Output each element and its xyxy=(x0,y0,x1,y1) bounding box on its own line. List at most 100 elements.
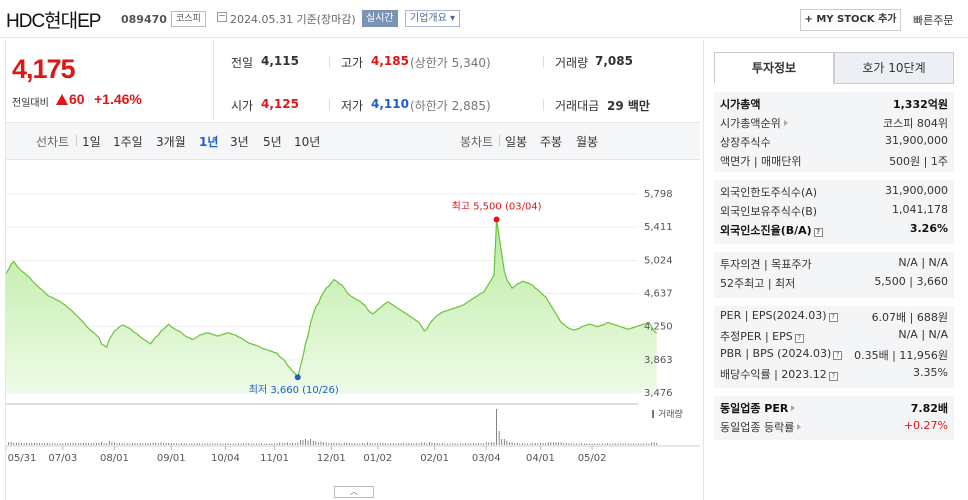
help-icon: ? xyxy=(794,334,804,343)
min-label: 최저 3,660 (10/26) xyxy=(249,384,339,396)
volume-bar xyxy=(256,443,257,445)
plus-icon: + xyxy=(804,14,813,25)
volume-bar xyxy=(57,443,59,445)
volume-bar xyxy=(243,443,244,445)
tab-investment-info[interactable]: 투자정보 xyxy=(714,52,834,84)
tab-1w[interactable]: 1주일 xyxy=(113,133,143,150)
tab-10y[interactable]: 10년 xyxy=(294,133,320,150)
tab-3y[interactable]: 3년 xyxy=(230,133,249,150)
tab-1y[interactable]: 1년 xyxy=(199,133,218,150)
volume-bar xyxy=(612,443,614,445)
volume-bar xyxy=(589,443,590,445)
upper-limit: (상한가 5,340) xyxy=(410,56,491,70)
volume-bar xyxy=(622,443,624,445)
my-stock-add-button[interactable]: + MY STOCK 추가 xyxy=(800,9,901,31)
info-row: 외국인소진율(B/A)? 3.26% xyxy=(720,222,948,237)
change-percent: +1.46% xyxy=(94,91,142,107)
y-tick-label: 4,637 xyxy=(644,289,673,300)
info-row: 추정PER | EPS? N/A | N/A xyxy=(720,328,948,343)
lower-limit: (하한가 2,885) xyxy=(410,99,491,113)
volume-bar xyxy=(558,442,559,445)
volume-bar xyxy=(563,443,565,445)
volume-bar xyxy=(343,442,345,445)
volume-bar xyxy=(188,443,190,445)
volume-bar xyxy=(186,443,188,445)
volume-bar xyxy=(511,442,513,445)
price-summary: 4,175 전일대비 60 +1.46% xyxy=(6,40,211,120)
max-label: 최고 5,500 (03/04) xyxy=(452,201,542,213)
low-label: 저가 xyxy=(341,99,364,113)
volume-bar xyxy=(498,431,500,445)
volume-bar xyxy=(315,441,317,445)
volume-bar xyxy=(434,443,436,445)
volume-bar xyxy=(537,443,539,445)
volume-bar xyxy=(354,443,355,445)
market-cap-block: 시가총액 1,332억원 시가총액순위 코스피 804위 상장주식수 31,900,0… xyxy=(714,92,954,172)
volume-bar xyxy=(521,443,523,445)
volume-bar xyxy=(248,443,250,445)
volume-bar xyxy=(431,442,433,445)
prev-label: 전일 xyxy=(231,56,254,70)
volume-bar xyxy=(620,443,621,445)
volume-bar xyxy=(170,443,172,445)
chevron-up-icon[interactable]: ︿ xyxy=(334,486,374,498)
volume-bar xyxy=(423,442,425,445)
volume-bar xyxy=(379,443,381,445)
volume-bar xyxy=(258,443,260,445)
low-value: 4,110 xyxy=(371,97,409,111)
volume-bar xyxy=(506,440,508,445)
tab-5y[interactable]: 5년 xyxy=(263,133,282,150)
volume-bar xyxy=(527,443,528,445)
volume-bar xyxy=(90,443,92,445)
tab-3m[interactable]: 3개월 xyxy=(156,133,186,150)
volume-bar xyxy=(10,442,12,445)
volume-bar xyxy=(390,443,392,445)
volume-bar xyxy=(364,443,366,445)
volume-bar xyxy=(8,442,9,445)
realtime-badge[interactable]: 실시간 xyxy=(362,10,398,27)
volume-bar xyxy=(524,443,526,445)
volume-bar xyxy=(555,442,557,445)
info-row: 시가총액 1,332억원 xyxy=(720,98,948,111)
caret-right-icon xyxy=(791,405,796,411)
volume-bar xyxy=(312,440,314,445)
volume-bar xyxy=(28,443,30,445)
volume-bar xyxy=(111,442,113,445)
volume-bar xyxy=(101,441,102,445)
price-chart[interactable]: 5,798 5,411 5,024 4,637 4,250 3,863 3,476 05/3… xyxy=(6,178,700,468)
volume-bar xyxy=(594,443,596,445)
volume-bar xyxy=(276,443,278,445)
tab-monthly[interactable]: 월봉 xyxy=(576,133,598,150)
volume-bar xyxy=(405,443,407,445)
volume-bar xyxy=(441,443,443,445)
volume-bar xyxy=(67,443,69,445)
volume-bar xyxy=(625,443,627,445)
company-overview-dropdown[interactable]: 기업개요 ▾ xyxy=(405,10,461,27)
tab-weekly[interactable]: 주봉 xyxy=(540,133,562,150)
volume-bar xyxy=(653,442,655,445)
line-chart-label: 선차트 xyxy=(36,135,70,149)
tab-1d[interactable]: 1일 xyxy=(82,133,101,150)
volume-bar xyxy=(460,443,461,445)
quick-order-link[interactable]: 빠른주문 xyxy=(913,12,953,28)
volume-bar xyxy=(235,443,237,445)
y-tick-label: 5,411 xyxy=(644,222,673,233)
volume-bar xyxy=(560,442,562,445)
volume-bar xyxy=(263,443,265,445)
volume-bar xyxy=(540,443,541,445)
volume-bar xyxy=(119,443,121,445)
volume-bar xyxy=(271,443,273,445)
volume-bar xyxy=(80,443,82,445)
volume-bar xyxy=(454,443,456,445)
x-tick-label: 07/03 xyxy=(48,453,77,464)
x-tick-label: 03/04 xyxy=(472,453,501,464)
tab-daily[interactable]: 일봉 xyxy=(505,133,527,150)
volume-bar xyxy=(274,443,275,445)
volume-bar xyxy=(75,443,77,445)
tab-orderbook[interactable]: 호가 10단계 xyxy=(834,52,954,84)
volume-bar xyxy=(617,443,619,445)
volume-bar xyxy=(480,443,482,445)
volume-bar xyxy=(573,443,575,445)
volume-bar xyxy=(367,442,368,445)
volume-bar xyxy=(576,443,578,445)
